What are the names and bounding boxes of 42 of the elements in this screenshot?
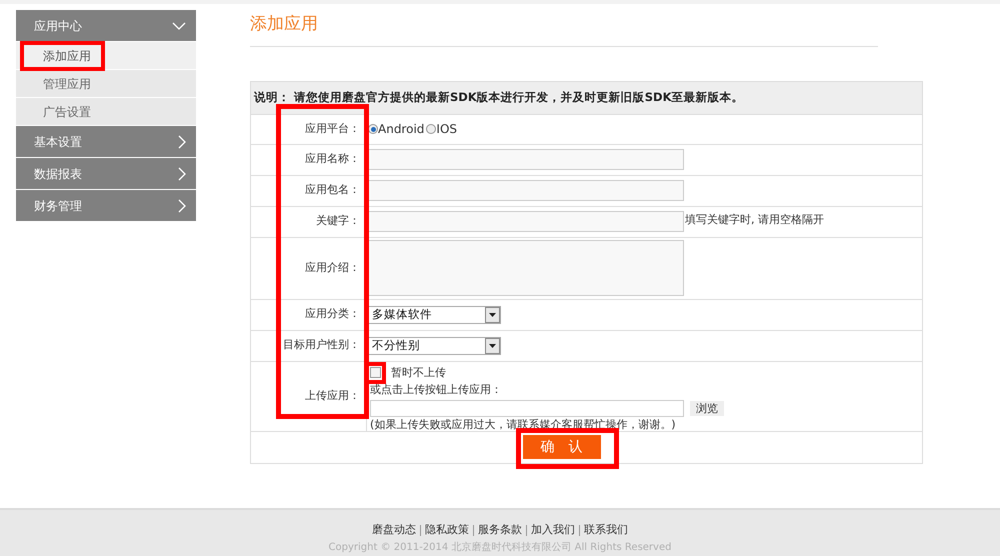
page-title: 添加应用 (250, 14, 318, 34)
chevron-right-icon (178, 166, 186, 180)
chevron-down-icon (172, 22, 186, 30)
input-field[interactable] (368, 149, 684, 170)
footer-link[interactable]: 磨盘动态 (372, 522, 416, 538)
option-label: Android (378, 121, 424, 138)
field-label: 应用平台： (305, 120, 360, 137)
field-label: 关键字： (316, 213, 360, 230)
menu-header[interactable]: 基本设置 (16, 126, 196, 157)
instruction-text: 或点击上传按钮上传应用： (370, 382, 503, 398)
option-label: IOS (436, 121, 458, 138)
dropdown[interactable]: 不分性别 (368, 336, 501, 354)
input-field[interactable] (368, 211, 684, 232)
radio-button[interactable] (368, 124, 378, 134)
menu-header[interactable]: 应用中心 (16, 10, 196, 41)
chevron-right-icon (178, 134, 186, 148)
checkbox-label: 暂时不上传 (391, 364, 446, 380)
field-label: 应用包名： (305, 182, 360, 198)
menu-item[interactable]: 广告设置 (16, 98, 196, 125)
menu-header[interactable]: 数据报表 (16, 158, 196, 189)
field-label: 应用介绍： (305, 260, 360, 276)
menu-header[interactable]: 财务管理 (16, 190, 196, 221)
checkbox[interactable] (370, 367, 381, 378)
menu-item[interactable]: 管理应用 (16, 70, 196, 97)
browse-button[interactable]: 浏览 (690, 400, 724, 416)
footer-link[interactable]: 联系我们 (584, 522, 628, 538)
field-label: 上传应用： (305, 388, 360, 404)
text-area[interactable] (368, 240, 684, 296)
input-field[interactable] (368, 180, 684, 201)
footer-link[interactable]: 加入我们 (531, 522, 575, 538)
radio-button[interactable] (426, 124, 436, 134)
chevron-right-icon (178, 198, 186, 212)
notice-text: 说明： 请您使用磨盘官方提供的最新SDK版本进行开发，并及时更新旧版SDK至最新版本。 (254, 88, 744, 106)
field-label: 应用分类： (305, 306, 360, 322)
dropdown[interactable]: 多媒体软件 (368, 306, 501, 324)
footer-link[interactable]: 服务条款 (478, 522, 522, 538)
footer-link[interactable]: 隐私政策 (425, 522, 469, 538)
copyright-text: Copyright © 2011-2014 北京磨盘时代科技有限公司 All Rights Reserved (328, 542, 672, 554)
field-label: 目标用户性别： (283, 337, 360, 354)
hint-text: 填写关键字时, 请用空格隔开 (685, 212, 824, 228)
field-label: 应用名称： (305, 151, 360, 168)
file-field[interactable] (370, 400, 684, 416)
